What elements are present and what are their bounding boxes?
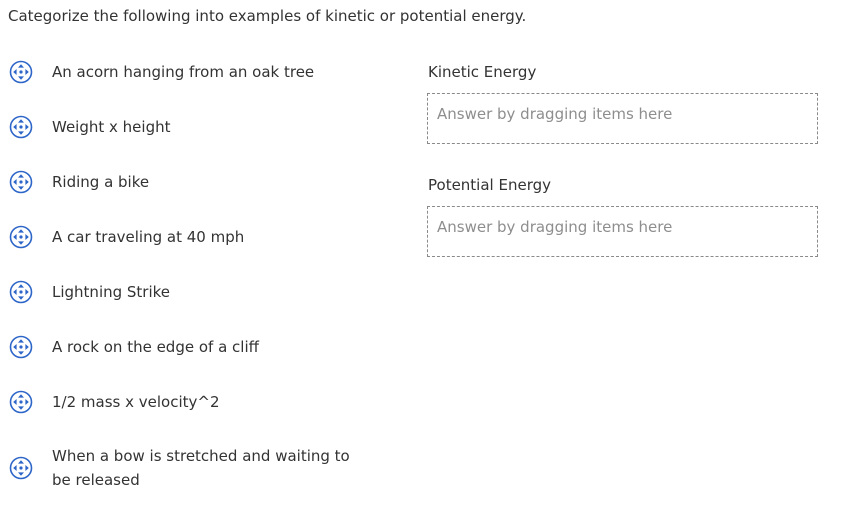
draggable-item-label: Riding a bike bbox=[52, 173, 150, 191]
dropzone-placeholder: Answer by dragging items here bbox=[437, 105, 673, 123]
move-arrows-icon[interactable] bbox=[8, 334, 34, 360]
move-arrows-icon[interactable] bbox=[8, 389, 34, 415]
move-arrows-icon[interactable] bbox=[8, 279, 34, 305]
draggable-item[interactable]: An acorn hanging from an oak tree bbox=[8, 59, 388, 85]
move-arrows-icon[interactable] bbox=[8, 114, 34, 140]
draggable-item-label: A car traveling at 40 mph bbox=[52, 228, 245, 246]
kinetic-energy-heading: Kinetic Energy bbox=[428, 63, 537, 81]
draggable-item-label: 1/2 mass x velocity^2 bbox=[52, 393, 220, 411]
potential-energy-dropzone[interactable]: Answer by dragging items here bbox=[427, 206, 818, 257]
draggable-item[interactable]: Weight x height bbox=[8, 114, 388, 140]
draggable-item-label: Lightning Strike bbox=[52, 283, 171, 301]
draggable-item[interactable]: When a bow is stretched and waiting to b… bbox=[8, 444, 368, 492]
draggable-item[interactable]: A rock on the edge of a cliff bbox=[8, 334, 388, 360]
move-arrows-icon[interactable] bbox=[8, 455, 34, 481]
draggable-item-label: When a bow is stretched and waiting to b… bbox=[52, 447, 350, 489]
draggable-item-label: A rock on the edge of a cliff bbox=[52, 338, 259, 356]
kinetic-energy-dropzone[interactable]: Answer by dragging items here bbox=[427, 93, 818, 144]
draggable-item-label: An acorn hanging from an oak tree bbox=[52, 63, 315, 81]
move-arrows-icon[interactable] bbox=[8, 169, 34, 195]
dropzone-placeholder: Answer by dragging items here bbox=[437, 218, 673, 236]
draggable-item-label: Weight x height bbox=[52, 118, 171, 136]
draggable-item[interactable]: Riding a bike bbox=[8, 169, 388, 195]
move-arrows-icon[interactable] bbox=[8, 224, 34, 250]
draggable-item[interactable]: 1/2 mass x velocity^2 bbox=[8, 389, 388, 415]
draggable-item[interactable]: Lightning Strike bbox=[8, 279, 388, 305]
draggable-item[interactable]: A car traveling at 40 mph bbox=[8, 224, 388, 250]
draggable-items-list: An acorn hanging from an oak tree Weight… bbox=[0, 0, 400, 511]
move-arrows-icon[interactable] bbox=[8, 59, 34, 85]
potential-energy-heading: Potential Energy bbox=[428, 176, 551, 194]
